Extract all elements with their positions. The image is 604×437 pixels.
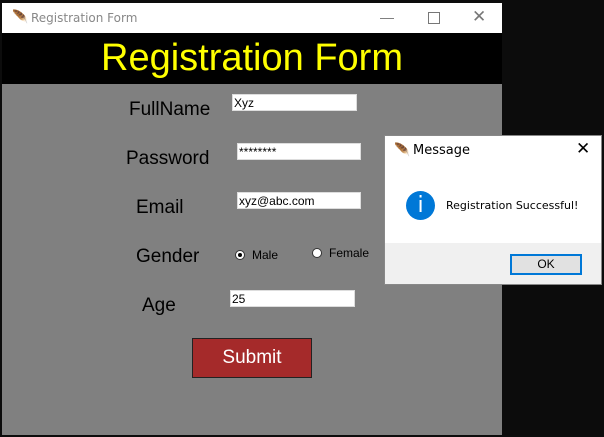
gender-label: Gender <box>136 246 200 267</box>
gender-male-radio[interactable] <box>235 250 245 260</box>
dialog-title: Message <box>413 143 470 158</box>
message-dialog: 🪶 Message ✕ i Registration Successful! O… <box>384 135 602 285</box>
fullname-label: FullName <box>129 99 211 120</box>
title-bar[interactable]: 🪶 Registration Form — ✕ <box>2 3 502 33</box>
password-label: Password <box>126 148 210 169</box>
ok-button[interactable]: OK <box>510 254 582 275</box>
password-input[interactable]: ******** <box>237 143 361 160</box>
dialog-message: Registration Successful! <box>446 199 579 212</box>
dialog-close-icon[interactable]: ✕ <box>576 139 590 159</box>
age-input[interactable]: 25 <box>230 290 355 307</box>
info-icon: i <box>406 191 435 220</box>
feather-icon: 🪶 <box>12 9 29 24</box>
minimize-icon[interactable]: — <box>380 9 394 25</box>
window-title: Registration Form <box>31 11 138 25</box>
page-title: Registration Form <box>2 33 502 84</box>
email-label: Email <box>136 197 184 218</box>
dialog-footer: OK <box>385 243 601 284</box>
feather-icon: 🪶 <box>394 142 411 157</box>
gender-male-label[interactable]: Male <box>252 248 278 262</box>
fullname-input[interactable]: Xyz <box>232 94 357 111</box>
gender-female-label[interactable]: Female <box>329 246 369 260</box>
age-label: Age <box>142 295 176 316</box>
maximize-icon[interactable] <box>428 12 440 24</box>
gender-female-radio[interactable] <box>312 248 322 258</box>
email-input[interactable]: xyz@abc.com <box>237 192 361 209</box>
close-icon[interactable]: ✕ <box>472 7 486 27</box>
submit-button[interactable]: Submit <box>192 338 312 378</box>
